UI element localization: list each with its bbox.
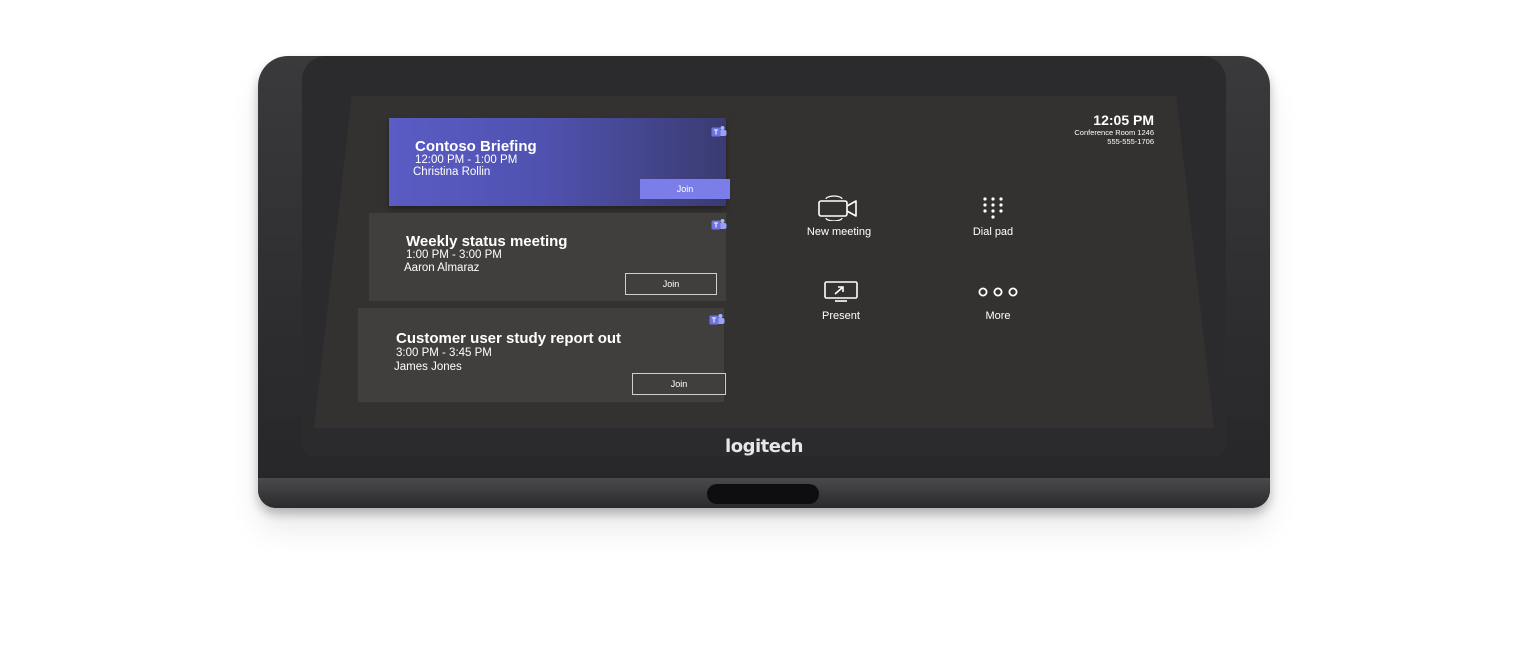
action-label: New meeting	[806, 226, 872, 238]
clock-time: 12:05 PM	[1093, 112, 1154, 128]
video-camera-icon	[818, 195, 857, 221]
more-button[interactable]: More	[938, 278, 1058, 322]
proximity-sensor	[707, 484, 819, 504]
meeting-card[interactable]: T Customer user study report out 3:00 PM…	[358, 308, 726, 402]
svg-text:T: T	[714, 223, 719, 230]
meeting-time: 3:00 PM - 3:45 PM	[396, 347, 492, 359]
meeting-host: James Jones	[394, 361, 462, 373]
brand-logo: logitech	[725, 436, 803, 457]
join-button[interactable]: Join	[640, 179, 730, 199]
svg-text:T: T	[712, 318, 717, 325]
dial-pad-icon	[983, 197, 1003, 219]
meeting-title: Weekly status meeting	[406, 233, 568, 250]
teams-icon: T	[709, 314, 725, 325]
meeting-host: Christina Rollin	[413, 166, 491, 178]
present-button[interactable]: Present	[781, 278, 901, 322]
action-label: More	[985, 310, 1011, 322]
status-area: 12:05 PM Conference Room 1246 555-555-17…	[1074, 112, 1154, 146]
action-label: Dial pad	[972, 226, 1014, 238]
join-button[interactable]: Join	[632, 373, 726, 395]
teams-icon: T	[711, 219, 727, 230]
meeting-time: 1:00 PM - 3:00 PM	[406, 249, 502, 261]
screen-share-icon	[824, 281, 858, 302]
room-name: Conference Room 1246	[1074, 128, 1154, 137]
svg-text:T: T	[714, 130, 719, 137]
teams-icon: T	[711, 126, 727, 137]
meeting-title: Contoso Briefing	[415, 138, 537, 155]
touch-controller-device: logitech T Contoso Briefing 12:00 PM - 1…	[258, 56, 1270, 508]
meeting-host: Aaron Almaraz	[404, 262, 480, 274]
meeting-card[interactable]: T Contoso Briefing 12:00 PM - 1:00 PM Ch…	[389, 118, 730, 206]
meeting-time: 12:00 PM - 1:00 PM	[415, 154, 518, 166]
room-phone: 555-555-1706	[1107, 137, 1154, 146]
new-meeting-button[interactable]: New meeting	[779, 194, 899, 238]
meeting-title: Customer user study report out	[396, 330, 622, 347]
meeting-card[interactable]: T Weekly status meeting 1:00 PM - 3:00 P…	[369, 213, 727, 301]
touch-screen: T Contoso Briefing 12:00 PM - 1:00 PM Ch…	[314, 96, 1214, 428]
device-base	[258, 478, 1270, 508]
action-label: Present	[822, 310, 860, 322]
dial-pad-button[interactable]: Dial pad	[933, 194, 1053, 238]
more-icon	[978, 287, 1018, 297]
join-button[interactable]: Join	[625, 273, 717, 295]
